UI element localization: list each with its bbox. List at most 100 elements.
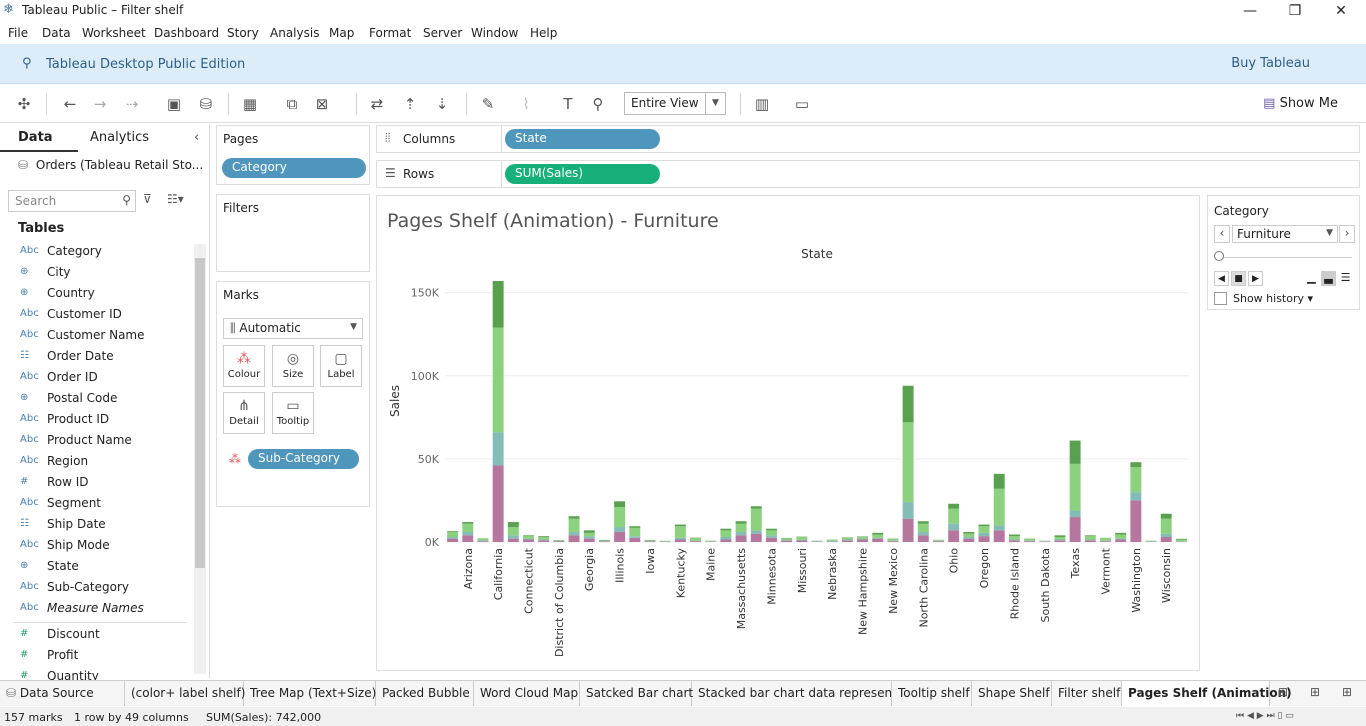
bar-segment-chairs[interactable] [629, 527, 641, 537]
bar-segment-tables[interactable] [447, 538, 459, 542]
bar-segment-bookcases[interactable] [1084, 535, 1096, 537]
bar-segment-bookcases[interactable] [1130, 462, 1142, 468]
rows-pill-sum-sales[interactable]: SUM(Sales) [505, 164, 660, 184]
bar-segment-furnishings[interactable] [1084, 539, 1096, 541]
bar-segment-furnishings[interactable] [963, 537, 975, 539]
bar-segment-furnishings[interactable] [583, 536, 595, 539]
bar-segment-furnishings[interactable] [1160, 533, 1172, 538]
field-item[interactable]: Abc Measure Names [0, 599, 190, 619]
search-input[interactable]: Search ⚲ [8, 190, 136, 212]
size-button[interactable]: ◎ Size [272, 345, 314, 387]
bar-segment-chairs[interactable] [902, 422, 914, 503]
menu-window[interactable]: Window [471, 26, 518, 40]
bar-segment-bookcases[interactable] [583, 530, 595, 533]
field-item[interactable]: ⊕ Postal Code [0, 389, 190, 409]
undo-icon[interactable]: ← [60, 94, 80, 114]
bar-segment-chairs[interactable] [1100, 538, 1111, 541]
bar-segment-tables[interactable] [1130, 500, 1142, 542]
bar-segment-chairs[interactable] [872, 534, 884, 538]
bar-segment-tables[interactable] [674, 539, 686, 542]
bar-segment-tables[interactable] [750, 533, 762, 542]
tableau-home-icon[interactable]: ✣ [14, 94, 34, 114]
bar-segment-chairs[interactable] [735, 523, 747, 533]
label-button[interactable]: ▢ Label [320, 345, 362, 387]
bar-segment-tables[interactable] [872, 538, 884, 542]
show-labels-icon[interactable]: T [558, 94, 578, 114]
bar-segment-bookcases[interactable] [614, 501, 626, 508]
duplicate-sheet-icon[interactable]: ⧉ [282, 94, 302, 114]
colour-button[interactable]: ⁂ Colour [223, 345, 265, 387]
tab-sheet[interactable]: Filter shelf [1052, 681, 1122, 706]
sort-ascending-icon[interactable]: ⇡ [400, 94, 420, 114]
bar-segment-furnishings[interactable] [462, 532, 474, 536]
bar-segment-tables[interactable] [690, 541, 701, 542]
tooltip-button[interactable]: ▭ Tooltip [272, 392, 314, 434]
bar-segment-tables[interactable] [507, 538, 519, 542]
bar-segment-tables[interactable] [1084, 540, 1096, 542]
measure-item[interactable]: # Profit [0, 646, 190, 666]
bar-segment-furnishings[interactable] [614, 527, 626, 533]
filter-icon[interactable]: ⊽ [143, 192, 152, 206]
bar-segment-tables[interactable] [765, 537, 777, 542]
bar-segment-bookcases[interactable] [1008, 534, 1020, 537]
bar-segment-tables[interactable] [614, 532, 626, 542]
bar-segment-chairs[interactable] [538, 537, 550, 540]
bar-segment-tables[interactable] [553, 541, 565, 542]
bar-segment-bookcases[interactable] [735, 521, 747, 524]
field-item[interactable]: Abc Category [0, 242, 190, 262]
tab-sheet[interactable]: Tree Map (Text+Size) [244, 681, 376, 706]
bar-segment-chairs[interactable] [765, 530, 777, 536]
bar-segment-furnishings[interactable] [948, 523, 960, 531]
field-item[interactable]: ☷ Order Date [0, 347, 190, 367]
fix-axes-icon[interactable]: ⚲ [588, 94, 608, 114]
bar-segment-tables[interactable] [538, 540, 550, 542]
field-item[interactable]: Abc Customer Name [0, 326, 190, 346]
field-item[interactable]: ☷ Ship Date [0, 515, 190, 535]
speed-slow-icon[interactable]: ▁ [1304, 271, 1319, 286]
bar-segment-furnishings[interactable] [1130, 492, 1142, 501]
cards-icon[interactable]: ▥ [752, 94, 772, 114]
field-item[interactable]: Abc Ship Mode [0, 536, 190, 556]
menu-format[interactable]: Format [369, 26, 411, 40]
bar-segment-chairs[interactable] [978, 526, 990, 533]
bar-segment-chairs[interactable] [1175, 539, 1187, 542]
bar-segment-bookcases[interactable] [1160, 513, 1172, 519]
bar-segment-tables[interactable] [1115, 539, 1127, 542]
bar-segment-bookcases[interactable] [507, 522, 519, 528]
clear-sheet-icon[interactable]: ⊠ [312, 94, 332, 114]
bar-segment-furnishings[interactable] [917, 532, 929, 536]
bar-segment-furnishings[interactable] [1069, 510, 1081, 518]
next-page-button[interactable]: › [1339, 225, 1355, 243]
bar-segment-chairs[interactable] [841, 537, 853, 540]
menu-worksheet[interactable]: Worksheet [82, 26, 146, 40]
group-members-icon[interactable]: ⌇ [516, 94, 536, 114]
field-item[interactable]: ⊕ City [0, 263, 190, 283]
bar-segment-bookcases[interactable] [948, 503, 960, 509]
bar-segment-chairs[interactable] [462, 523, 474, 533]
field-item[interactable]: Abc Customer ID [0, 305, 190, 325]
slider-handle[interactable] [1214, 251, 1224, 261]
field-item[interactable]: Abc Order ID [0, 368, 190, 388]
menu-dashboard[interactable]: Dashboard [154, 26, 219, 40]
bar-segment-chairs[interactable] [1084, 536, 1096, 540]
bar-segment-chairs[interactable] [507, 527, 519, 536]
bar-segment-bookcases[interactable] [629, 526, 641, 528]
bar-segment-tables[interactable] [583, 538, 595, 542]
bar-segment-chairs[interactable] [720, 530, 732, 538]
bar-segment-bookcases[interactable] [492, 280, 504, 328]
bar-segment-bookcases[interactable] [462, 522, 474, 524]
bar-segment-tables[interactable] [993, 530, 1005, 542]
bar-segment-chairs[interactable] [477, 538, 489, 541]
maximize-button[interactable]: ❐ [1272, 0, 1318, 22]
new-datasource-icon[interactable]: ⛁ [196, 94, 216, 114]
bar-segment-bookcases[interactable] [674, 524, 686, 527]
bar-segment-furnishings[interactable] [796, 539, 808, 541]
sort-descending-icon[interactable]: ⇣ [432, 94, 452, 114]
bar-segment-furnishings[interactable] [1008, 539, 1020, 541]
presentation-mode-icon[interactable]: ▭ [792, 94, 812, 114]
tab-data-source[interactable]: ⛁ Data Source [0, 681, 125, 706]
tab-sheet[interactable]: Shape Shelf [972, 681, 1052, 706]
bar-segment-bookcases[interactable] [978, 524, 990, 527]
bar-segment-chairs[interactable] [933, 540, 944, 541]
mark-type-dropdown[interactable]: ⫼ Automatic ▼ [223, 318, 363, 339]
